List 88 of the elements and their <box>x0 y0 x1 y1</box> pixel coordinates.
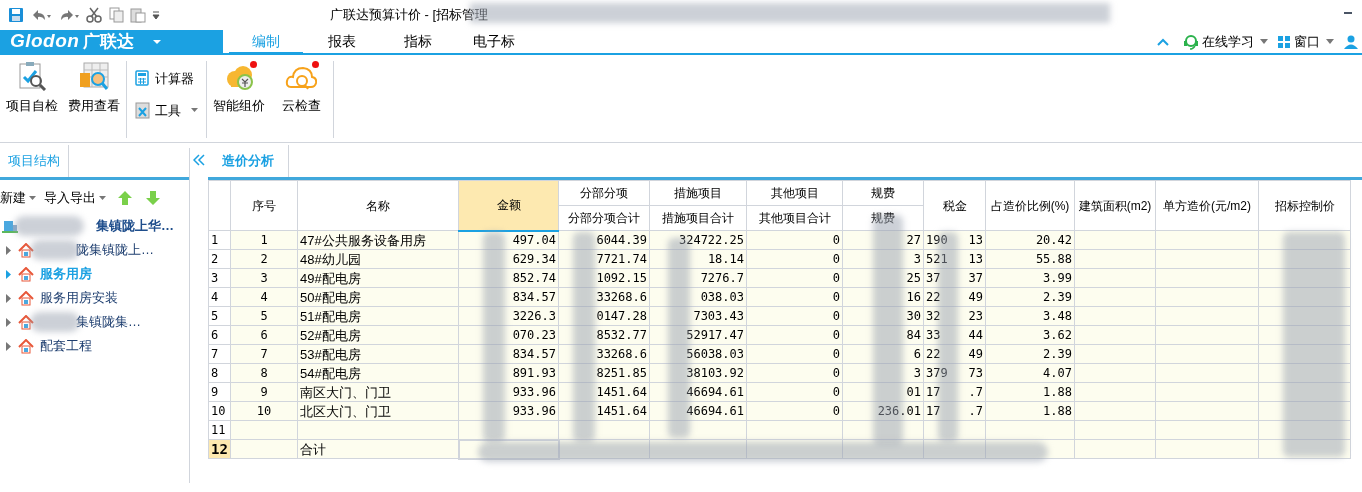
expand-arrow-icon <box>6 317 12 327</box>
column-header: 规费 <box>842 180 924 206</box>
window-title: 广联达预算计价 - [招标管理 <box>330 6 489 25</box>
check-icon <box>16 61 48 91</box>
expand-arrow-icon <box>6 245 12 255</box>
redaction-blur <box>14 216 84 236</box>
table-cell-fragment: 73 <box>968 367 983 379</box>
caret-icon <box>99 196 106 200</box>
ribbon-tab[interactable]: 指标 <box>381 30 455 53</box>
move-up-icon <box>118 191 132 205</box>
expand-arrow-icon <box>6 341 12 351</box>
house-icon <box>18 290 34 306</box>
column-header[interactable]: 规费 <box>842 205 924 231</box>
table-cell-fragment: 23 <box>968 310 983 322</box>
caret-icon <box>152 38 163 45</box>
tree-item[interactable]: 集镇陇上华… <box>0 214 189 238</box>
collapse-panel-icon <box>193 154 205 166</box>
ribbon-button[interactable]: 工具 <box>135 100 198 120</box>
collapse-ribbon-icon <box>1157 37 1169 46</box>
copy-icon <box>108 7 124 23</box>
ribbon-button[interactable]: 云检查 <box>273 61 329 116</box>
table-cell-fragment: .7 <box>968 405 983 417</box>
customize-icon <box>152 10 160 20</box>
expand-arrow-icon <box>6 293 12 303</box>
column-header[interactable]: 占造价比例(%) <box>985 180 1075 231</box>
table-cell-fragment: 37 <box>926 272 941 284</box>
ribbon-button[interactable]: 费用查看 <box>66 61 122 116</box>
table-cell-fragment: 22 <box>926 348 941 360</box>
column-header[interactable]: 建筑面积(m2) <box>1074 180 1156 231</box>
column-header: 措施项目 <box>649 180 747 206</box>
table-cell-fragment: 22 <box>926 291 941 303</box>
table-cell-fragment: 49 <box>968 348 983 360</box>
tree-item[interactable]: 陇集镇陇上… <box>0 238 189 262</box>
ribbon-button[interactable]: 智能组价 <box>211 61 267 116</box>
table-cell-fragment: 17 <box>926 386 941 398</box>
toolbar-dropdown[interactable]: 导入导出 <box>44 188 106 208</box>
column-header: 其他项目 <box>746 180 843 206</box>
column-header[interactable]: 序号 <box>230 180 298 231</box>
expand-arrow-icon <box>6 269 12 279</box>
column-header[interactable]: 措施项目合计 <box>649 205 747 231</box>
table-cell-fragment: .7 <box>968 386 983 398</box>
house-icon <box>18 338 34 354</box>
minimize-button[interactable] <box>1344 12 1352 14</box>
column-header[interactable]: 招标控制价 <box>1258 180 1351 231</box>
user-icon <box>1344 34 1358 49</box>
headset-icon <box>1183 33 1199 50</box>
column-header: 分部分项 <box>558 180 650 206</box>
online-learning-button[interactable]: 在线学习 <box>1183 31 1254 52</box>
table-cell-fragment: 44 <box>968 329 983 341</box>
ribbon-button[interactable]: 计算器 <box>135 69 198 89</box>
table-cell-fragment: 37 <box>968 272 983 284</box>
save-icon <box>8 7 24 23</box>
grid-icon <box>1278 35 1290 48</box>
column-header[interactable]: 税金 <box>923 180 986 231</box>
table-cell-fragment: 521 <box>926 253 948 265</box>
house-icon <box>18 266 34 282</box>
table-cell-fragment: 32 <box>926 310 941 322</box>
table-cell-fragment: 379 <box>926 367 948 379</box>
caret-icon <box>1260 39 1268 44</box>
caret-icon <box>29 196 36 200</box>
ribbon-tab[interactable]: 报表 <box>305 30 379 53</box>
column-header[interactable]: 单方造价(元/m2) <box>1155 180 1259 231</box>
window-menu-button[interactable]: 窗口 <box>1278 31 1320 52</box>
ribbon-button[interactable]: 项目自检 <box>4 61 60 116</box>
tree-item[interactable]: 配套工程 <box>0 334 189 358</box>
ribbon-tab[interactable]: 电子标 <box>457 30 531 53</box>
column-header[interactable]: 名称 <box>297 180 459 231</box>
toolbar-dropdown[interactable]: 新建 <box>0 188 36 208</box>
calc-icon <box>135 70 151 88</box>
cut-icon <box>86 7 102 23</box>
move-down-icon <box>146 191 160 205</box>
table-cell-fragment: 17 <box>926 405 941 417</box>
column-header[interactable]: 金额 <box>458 180 559 231</box>
redo-icon <box>58 7 80 23</box>
table-cell-fragment: 13 <box>968 234 983 246</box>
column-header[interactable]: 其他项目合计 <box>746 205 843 231</box>
table-cell-fragment: 33 <box>926 329 941 341</box>
table-cell-fragment: 190 <box>926 234 948 246</box>
table-cell-fragment: 49 <box>968 291 983 303</box>
paste-icon <box>130 7 146 23</box>
house-icon <box>18 314 34 330</box>
tree-item[interactable]: 集镇陇集… <box>0 310 189 334</box>
caret-icon <box>1326 39 1334 44</box>
building-icon <box>2 219 18 233</box>
house-icon <box>18 242 34 258</box>
table-cell-fragment: 13 <box>968 253 983 265</box>
column-header[interactable]: 分部分项合计 <box>558 205 650 231</box>
tree-item[interactable]: 服务用房安装 <box>0 286 189 310</box>
